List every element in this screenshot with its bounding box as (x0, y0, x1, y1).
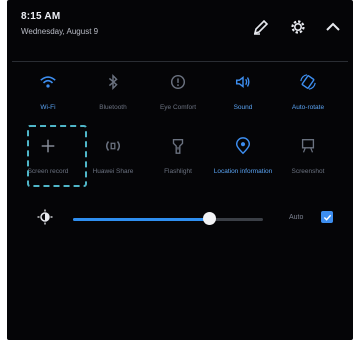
checkmark-icon (323, 214, 331, 221)
tile-label: Wi-Fi (40, 104, 56, 111)
location-icon (234, 137, 252, 160)
bluetooth-icon (104, 73, 122, 96)
chevron-up-icon[interactable] (320, 14, 346, 40)
brightness-icon (37, 209, 53, 225)
tile-eye-comfort[interactable]: Eye Comfort (145, 62, 211, 132)
auto-brightness-checkbox[interactable] (321, 211, 333, 223)
gear-icon[interactable] (285, 14, 311, 40)
brightness-row: Auto (7, 205, 353, 233)
notification-panel: 8:15 AM Wednesday, August 9 Wi-Fi Blueto… (7, 0, 353, 340)
date-text: Wednesday, August 9 (21, 27, 99, 36)
tile-flashlight[interactable]: Flashlight (145, 126, 211, 196)
tile-label: Huawei Share (92, 168, 134, 175)
tile-wifi[interactable]: Wi-Fi (15, 62, 81, 132)
flashlight-icon (169, 137, 187, 160)
tile-sound[interactable]: Sound (210, 62, 276, 132)
pencil-icon[interactable] (248, 14, 274, 40)
tile-label: Auto-rotate (291, 104, 325, 111)
tile-huawei-share[interactable]: Huawei Share (80, 126, 146, 196)
tile-location[interactable]: Location information (210, 126, 276, 196)
eye-comfort-icon (169, 73, 187, 96)
brightness-slider[interactable] (73, 218, 263, 221)
tile-label: Flashlight (164, 168, 192, 175)
auto-brightness-label: Auto (289, 214, 304, 221)
tile-label: Screenshot (291, 168, 325, 175)
brightness-fill (73, 218, 210, 221)
wifi-icon (39, 73, 57, 96)
brightness-thumb[interactable] (203, 212, 217, 225)
tile-label: Sound (233, 104, 253, 111)
tile-screenshot[interactable]: Screenshot (275, 126, 341, 196)
selection-highlight (27, 125, 87, 187)
tile-auto-rotate[interactable]: Auto-rotate (275, 62, 341, 132)
tile-bluetooth[interactable]: Bluetooth (80, 62, 146, 132)
huawei-share-icon (104, 137, 122, 160)
tile-label: Eye Comfort (159, 104, 197, 111)
screenshot-icon (299, 137, 317, 160)
auto-rotate-icon (299, 73, 317, 96)
sound-icon (234, 73, 252, 96)
tile-label: Bluetooth (99, 104, 127, 111)
tile-label: Location information (213, 168, 273, 175)
clock-time: 8:15 AM (21, 11, 61, 22)
